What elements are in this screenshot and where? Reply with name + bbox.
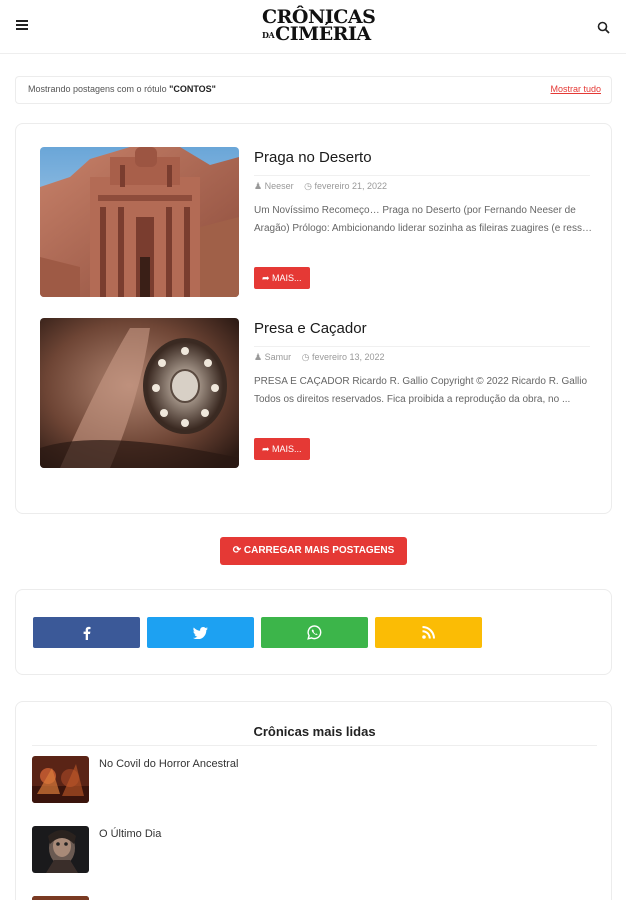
author-icon: ♟	[254, 352, 263, 362]
facebook-icon	[83, 626, 90, 640]
twitter-icon	[193, 626, 208, 639]
popular-thumbnail[interactable]	[32, 826, 89, 873]
post-thumbnail[interactable]	[40, 147, 239, 297]
popular-item-title[interactable]: O Último Dia	[99, 828, 161, 840]
share-facebook-button[interactable]	[33, 617, 140, 648]
clock-icon: ◷	[301, 352, 310, 362]
label-name: "CONTOS"	[169, 84, 216, 94]
share-rss-button[interactable]	[375, 617, 482, 648]
widget-title: Crônicas mais lidas	[253, 724, 376, 739]
post-excerpt: Um Novíssimo Recomeço… Praga no Deserto …	[254, 205, 592, 234]
post-title[interactable]: Presa e Caçador	[254, 320, 367, 337]
post-meta: ♟ Neeser ◷ fevereiro 21, 2022	[254, 181, 387, 192]
share-arrow-icon: ➦	[262, 273, 273, 283]
refresh-icon: ⟳	[232, 545, 244, 556]
post-excerpt: PRESA E CAÇADOR Ricardo R. Gallio Copyri…	[254, 376, 588, 405]
popular-item	[32, 896, 597, 900]
post-author: Neeser	[264, 181, 294, 191]
post-date: fevereiro 13, 2022	[312, 352, 385, 362]
search-icon[interactable]	[597, 20, 611, 34]
rss-icon	[422, 626, 435, 639]
clock-icon: ◷	[304, 181, 312, 191]
logo-line2-text: CIMÉRIA	[275, 23, 371, 45]
label-filter-text: Mostrando postagens com o rótulo "CONTOS…	[28, 84, 216, 94]
logo-line2: DACIMÉRIA	[262, 25, 371, 44]
popular-thumbnail[interactable]	[32, 896, 89, 900]
whatsapp-icon	[307, 625, 322, 640]
widget-divider	[32, 745, 597, 746]
read-more-button[interactable]: ➦ MAIS...	[254, 438, 310, 460]
read-more-label: MAIS...	[272, 444, 302, 454]
post-divider	[254, 346, 590, 347]
post-item: Praga no Deserto ♟ Neeser ◷ fevereiro 21…	[40, 147, 595, 297]
label-prefix: Mostrando postagens com o rótulo	[28, 84, 170, 94]
share-whatsapp-button[interactable]	[261, 617, 368, 648]
site-logo[interactable]: CRÔNICAS DACIMÉRIA	[262, 8, 376, 48]
share-bar	[15, 589, 612, 675]
load-more-label: CARREGAR MAIS POSTAGENS	[243, 545, 395, 556]
hamburger-icon[interactable]	[16, 20, 28, 32]
popular-item: No Covil do Horror Ancestral	[32, 756, 597, 803]
post-divider	[254, 175, 590, 176]
popular-item-title[interactable]: No Covil do Horror Ancestral	[99, 758, 238, 770]
post-meta: ♟ Samur ◷ fevereiro 13, 2022	[254, 352, 385, 363]
posts-list: Praga no Deserto ♟ Neeser ◷ fevereiro 21…	[15, 123, 612, 514]
post-author: Samur	[264, 352, 292, 362]
site-header: CRÔNICAS DACIMÉRIA	[0, 0, 626, 54]
share-twitter-button[interactable]	[147, 617, 254, 648]
load-more-button[interactable]: ⟳ CARREGAR MAIS POSTAGENS	[220, 537, 407, 565]
post-title[interactable]: Praga no Deserto	[254, 149, 372, 166]
read-more-button[interactable]: ➦ MAIS...	[254, 267, 310, 289]
post-thumbnail[interactable]	[40, 318, 239, 468]
share-arrow-icon: ➦	[262, 444, 273, 454]
popular-thumbnail[interactable]	[32, 756, 89, 803]
show-all-link[interactable]: Mostrar tudo	[550, 84, 601, 94]
author-icon: ♟	[254, 181, 263, 191]
logo-small: DA	[262, 30, 275, 40]
post-item: Presa e Caçador ♟ Samur ◷ fevereiro 13, …	[40, 318, 595, 468]
label-filter-bar: Mostrando postagens com o rótulo "CONTOS…	[15, 76, 612, 104]
popular-posts-widget: Crônicas mais lidas No Covil do Horror A…	[15, 701, 612, 900]
read-more-label: MAIS...	[272, 273, 302, 283]
popular-item: O Último Dia	[32, 826, 597, 873]
post-date: fevereiro 21, 2022	[314, 181, 388, 191]
